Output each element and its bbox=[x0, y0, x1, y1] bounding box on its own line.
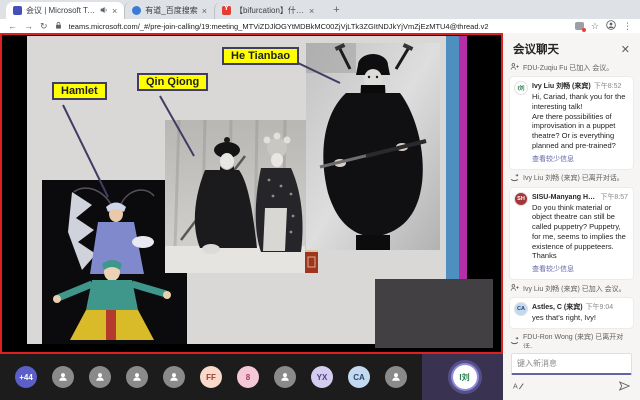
browser-chrome: 会议 | Microsoft Teams×有道_百度搜索×【bifurcatio… bbox=[0, 0, 640, 33]
bookmark-star-icon[interactable]: ☆ bbox=[591, 19, 599, 33]
message-avatar: SH bbox=[514, 192, 528, 206]
new-tab-button[interactable]: + bbox=[329, 4, 343, 16]
participant-avatar[interactable]: FF bbox=[200, 366, 222, 388]
browser-tab[interactable]: 会议 | Microsoft Teams × bbox=[6, 2, 124, 19]
message-header: SISU-Manyang HU (Gue…下午8:57 bbox=[532, 192, 628, 202]
system-message-text: Ivy Liu 刘畅 (来宾) 已离开对话。 bbox=[523, 173, 624, 183]
system-message-text: FDU-Ron Wong (来宾) 已离开对话。 bbox=[523, 332, 633, 348]
back-icon[interactable]: ← bbox=[8, 19, 17, 33]
tab-strip: 会议 | Microsoft Teams×有道_百度搜索×【bifurcatio… bbox=[0, 0, 640, 19]
message-header: Astles, C (来宾)下午9:04 bbox=[532, 302, 613, 312]
tab-close-icon[interactable]: × bbox=[112, 6, 117, 16]
chat-close-icon[interactable]: ✕ bbox=[621, 43, 630, 56]
label-he-tianbao: He Tianbao bbox=[222, 47, 299, 65]
system-message-text: FDU-Zuqiu Fu 已加入 会议。 bbox=[523, 63, 613, 73]
chat-input[interactable] bbox=[511, 353, 632, 375]
extension-icon[interactable] bbox=[575, 22, 584, 30]
chat-message[interactable]: I刘 Ivy Liu 刘畅 (来宾)下午8:52Hi, Cariad, thank… bbox=[510, 77, 633, 169]
screen-share-area: Hamlet Qin Qiong He Tianbao bbox=[0, 33, 503, 354]
see-less-link[interactable]: 查看较少信息 bbox=[532, 264, 628, 274]
message-author: Astles, C (来宾) bbox=[532, 302, 583, 312]
active-participant-segment[interactable]: I刘 bbox=[422, 354, 507, 400]
tab-favicon bbox=[222, 6, 231, 15]
system-message-text: Ivy Liu 刘畅 (来宾) 已加入 会议。 bbox=[523, 284, 626, 294]
message-content: Astles, C (来宾)下午9:04yes that's right, Iv… bbox=[532, 302, 613, 323]
tab-title: 会议 | Microsoft Teams bbox=[26, 5, 96, 16]
chat-title: 会议聊天 bbox=[513, 41, 559, 57]
tab-close-icon[interactable]: × bbox=[202, 6, 207, 16]
refresh-icon[interactable]: ↻ bbox=[40, 19, 48, 33]
participant-avatar[interactable] bbox=[163, 366, 185, 388]
chat-input-area: A bbox=[503, 348, 640, 400]
message-header: Ivy Liu 刘畅 (来宾)下午8:52 bbox=[532, 81, 628, 91]
chat-system-message: FDU-Ron Wong (来宾) 已离开对话。 bbox=[510, 332, 633, 348]
participants-toolbar: +44 FF 8 YX CA I刘 bbox=[0, 354, 503, 400]
url-text[interactable]: teams.microsoft.com/_#/pre-join-calling/… bbox=[69, 22, 568, 31]
photo-qin-qiong bbox=[165, 120, 318, 273]
participant-avatar[interactable]: YX bbox=[311, 366, 333, 388]
tab-audio-icon[interactable] bbox=[100, 6, 108, 16]
participant-avatar[interactable] bbox=[385, 366, 407, 388]
meeting-chat-panel: 会议聊天 ✕ FDU-Zuqiu Fu 已加入 会议。 I刘 Ivy Liu 刘畅 … bbox=[503, 33, 640, 400]
leave-icon bbox=[510, 336, 519, 347]
message-time: 下午8:57 bbox=[600, 192, 628, 202]
participant-avatar[interactable]: 8 bbox=[237, 366, 259, 388]
message-avatar: CA bbox=[514, 302, 528, 316]
browser-menu-icon[interactable]: ⋮ bbox=[623, 19, 632, 33]
message-content: Ivy Liu 刘畅 (来宾)下午8:52Hi, Cariad, thank y… bbox=[532, 81, 628, 164]
self-avatar[interactable]: I刘 bbox=[453, 365, 477, 389]
chat-system-message: Ivy Liu 刘畅 (来宾) 已加入 会议。 bbox=[510, 283, 633, 294]
tab-favicon bbox=[13, 6, 22, 15]
participant-avatar[interactable]: +44 bbox=[15, 366, 37, 388]
lock-icon bbox=[55, 21, 62, 32]
message-avatar: I刘 bbox=[514, 81, 528, 95]
chat-message-list: FDU-Zuqiu Fu 已加入 会议。I刘Ivy Liu 刘畅 (来宾)下午8… bbox=[503, 62, 640, 348]
message-time: 下午9:04 bbox=[586, 302, 614, 312]
format-icon[interactable]: A bbox=[513, 378, 524, 396]
video-overlay-box bbox=[375, 279, 493, 348]
chat-system-message: Ivy Liu 刘畅 (来宾) 已离开对话。 bbox=[510, 173, 633, 184]
participant-avatar[interactable] bbox=[274, 366, 296, 388]
message-body: Do you think material or object theatre … bbox=[532, 203, 628, 262]
chat-message[interactable]: CA Astles, C (来宾)下午9:04yes that's right, … bbox=[510, 298, 633, 328]
svg-text:A: A bbox=[513, 383, 518, 390]
url-bar: ← → ↻ teams.microsoft.com/_#/pre-join-ca… bbox=[0, 19, 640, 33]
browser-tab[interactable]: 【bifurcation】什么意思_英语… × bbox=[214, 2, 321, 19]
chat-system-message: FDU-Zuqiu Fu 已加入 会议。 bbox=[510, 62, 633, 73]
label-hamlet: Hamlet bbox=[52, 82, 107, 100]
message-author: SISU-Manyang HU (Gue… bbox=[532, 194, 597, 201]
forward-icon[interactable]: → bbox=[24, 19, 33, 33]
browser-tab[interactable]: 有道_百度搜索 × bbox=[124, 2, 214, 19]
label-qin-qiong: Qin Qiong bbox=[137, 73, 208, 91]
participant-avatar[interactable] bbox=[126, 366, 148, 388]
message-time: 下午8:52 bbox=[594, 81, 622, 91]
tab-title: 【bifurcation】什么意思_英语… bbox=[235, 5, 305, 16]
leave-icon bbox=[510, 173, 519, 184]
photo-he-tianbao bbox=[306, 43, 440, 250]
message-content: SISU-Manyang HU (Gue…下午8:57Do you think … bbox=[532, 192, 628, 275]
message-body: yes that's right, Ivy! bbox=[532, 313, 613, 323]
join-icon bbox=[510, 62, 519, 73]
tab-title: 有道_百度搜索 bbox=[145, 5, 197, 16]
tab-close-icon[interactable]: × bbox=[309, 6, 314, 16]
participant-avatar[interactable] bbox=[52, 366, 74, 388]
see-less-link[interactable]: 查看较少信息 bbox=[532, 154, 628, 164]
participant-avatar[interactable]: CA bbox=[348, 366, 370, 388]
tab-favicon bbox=[132, 6, 141, 15]
join-icon bbox=[510, 283, 519, 294]
profile-icon[interactable] bbox=[606, 20, 616, 32]
send-icon[interactable] bbox=[619, 378, 630, 396]
message-body: Hi, Cariad, thank you for the interestin… bbox=[532, 92, 628, 151]
chat-message[interactable]: SH SISU-Manyang HU (Gue…下午8:57Do you thin… bbox=[510, 188, 633, 280]
participant-avatar[interactable] bbox=[89, 366, 111, 388]
message-author: Ivy Liu 刘畅 (来宾) bbox=[532, 81, 591, 91]
